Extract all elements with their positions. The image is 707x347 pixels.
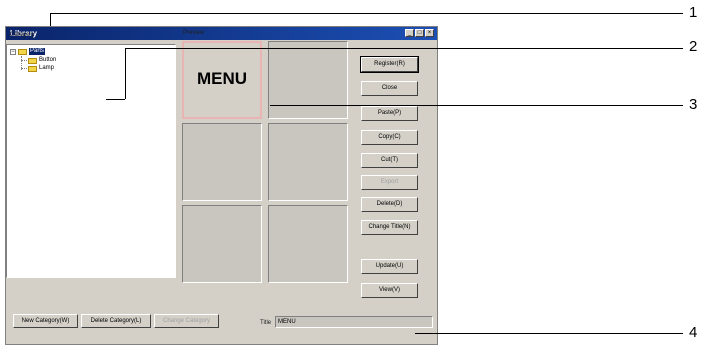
callout-leader xyxy=(415,333,683,334)
title-label: Title xyxy=(260,320,272,326)
tree-node-label: Lamp xyxy=(39,65,55,71)
callout-leader xyxy=(106,99,125,100)
callout-number: 4 xyxy=(689,324,698,341)
change-title-button[interactable]: Change Title(N) xyxy=(361,220,418,235)
change-category-button[interactable]: Change Category xyxy=(154,314,219,328)
copy-button[interactable]: Copy(C) xyxy=(361,130,418,145)
preview-grid: MENU xyxy=(182,41,348,284)
callout-leader xyxy=(125,48,126,99)
register-button[interactable]: Register(R) xyxy=(360,56,419,73)
tree-node-button[interactable]: Button xyxy=(28,57,56,64)
title-field[interactable]: MENU xyxy=(275,316,433,328)
preview-cell[interactable] xyxy=(182,205,262,283)
tree-node-root[interactable]: − Parts xyxy=(10,48,46,55)
delete-button[interactable]: Delete(D) xyxy=(361,197,418,212)
update-button[interactable]: Update(U) xyxy=(361,259,418,274)
preview-cell-text: MENU xyxy=(196,69,248,88)
folder-icon xyxy=(28,57,37,64)
view-button[interactable]: View(V) xyxy=(361,283,418,298)
callout-number: 3 xyxy=(689,96,698,113)
paste-button[interactable]: Paste(P) xyxy=(361,106,418,121)
new-category-button[interactable]: New Category(W) xyxy=(13,314,78,328)
callout-number: 2 xyxy=(689,38,698,55)
collapse-icon[interactable]: − xyxy=(10,48,16,55)
callout-leader xyxy=(270,105,683,106)
tree-node-label: Button xyxy=(39,57,57,63)
folder-icon xyxy=(18,48,27,55)
callout-leader xyxy=(50,13,51,26)
maximize-icon[interactable]: □ xyxy=(415,29,424,37)
category-label: Category xyxy=(10,32,35,38)
callout-number: 1 xyxy=(689,4,698,21)
close-button[interactable]: Close xyxy=(361,81,418,96)
category-tree[interactable]: − Parts Button Lamp xyxy=(6,44,176,278)
callout-leader xyxy=(125,48,683,49)
folder-icon xyxy=(28,65,37,72)
tree-connector xyxy=(21,68,27,69)
tree-connector xyxy=(21,60,27,61)
cut-button[interactable]: Cut(T) xyxy=(361,153,418,168)
preview-cell[interactable] xyxy=(268,41,348,119)
export-button[interactable]: Export xyxy=(361,175,418,190)
preview-cell[interactable] xyxy=(182,123,262,201)
preview-cell[interactable] xyxy=(268,123,348,201)
preview-cell[interactable]: MENU xyxy=(182,41,262,119)
title-bar[interactable]: Library _ □ × xyxy=(6,27,437,40)
callout-leader xyxy=(50,13,683,14)
tree-node-label: Parts xyxy=(29,48,46,55)
delete-category-button[interactable]: Delete Category(L) xyxy=(81,314,151,328)
close-icon[interactable]: × xyxy=(425,29,434,37)
minimize-icon[interactable]: _ xyxy=(405,29,414,37)
tree-node-lamp[interactable]: Lamp xyxy=(28,65,54,72)
preview-cell[interactable] xyxy=(268,205,348,283)
preview-label: Preview xyxy=(183,30,205,36)
